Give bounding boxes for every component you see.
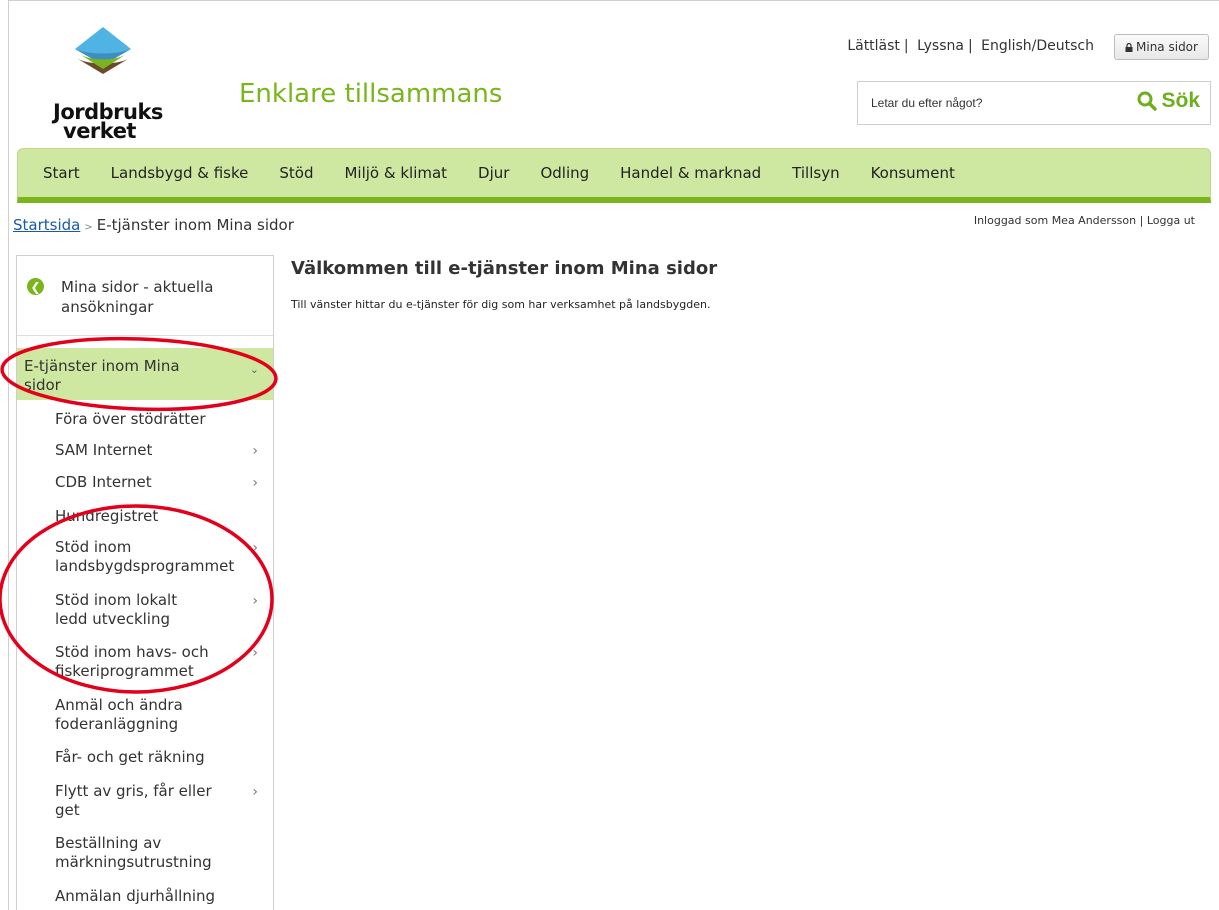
search-box[interactable]: Letar du efter något? Sök — [857, 81, 1211, 125]
chevron-right-icon: › — [252, 475, 258, 491]
sidebar-item-label: märkningsutrustning — [55, 853, 212, 871]
sidebar-back-line-1: Mina sidor - aktuella — [61, 278, 214, 296]
search-button-label: Sök — [1161, 89, 1200, 112]
mina-sidor-label: Mina sidor — [1136, 40, 1198, 54]
sidebar-item-label: Stöd inom havs- och — [55, 643, 209, 661]
search-icon — [1137, 91, 1158, 111]
sidebar-item-label: Stöd inom lokalt — [55, 591, 178, 609]
sidebar-item-label: Stöd inom — [55, 538, 132, 556]
nav-item-odling[interactable]: Odling — [540, 164, 589, 182]
intro-text: Till vänster hittar du e-tjänster för di… — [291, 298, 711, 311]
top-links: Lättläst | Lyssna | English/Deutsch — [847, 38, 1094, 54]
chevron-right-icon: › — [252, 784, 258, 800]
sidebar-item-foderanlaggning[interactable]: Anmäl och ändra foderanläggning — [17, 696, 273, 734]
page-title: Välkommen till e-tjänster inom Mina sido… — [291, 258, 718, 279]
breadcrumb: Startsida > E-tjänster inom Mina sidor — [13, 216, 294, 234]
sidebar: ❮ Mina sidor - aktuella ansökningar E-tj… — [16, 255, 274, 910]
nav-item-start[interactable]: Start — [43, 164, 80, 182]
logo-line-2: verket — [63, 119, 136, 143]
tagline: Enklare tillsammans — [239, 79, 503, 109]
chevron-right-icon: › — [252, 593, 258, 609]
sidebar-item-label: Föra över stödrätter — [55, 410, 206, 428]
sidebar-item-label: Hundregistret — [55, 507, 159, 525]
sidebar-item-label: get — [55, 801, 80, 819]
sidebar-item-label: SAM Internet — [55, 441, 153, 459]
sidebar-active-line-2: sidor — [24, 376, 61, 394]
toplink-separator: | — [967, 38, 973, 54]
search-input[interactable]: Letar du efter något? — [871, 96, 982, 110]
nav-item-handel[interactable]: Handel & marknad — [620, 164, 761, 182]
sidebar-item-flytt-gris[interactable]: Flytt av gris, får eller get › — [17, 782, 273, 820]
sidebar-item-label: fiskeriprogrammet — [55, 662, 194, 680]
sidebar-item-label: Får- och get räkning — [55, 748, 205, 766]
sidebar-item-havs-fiskeri[interactable]: Stöd inom havs- och fiskeriprogrammet › — [17, 643, 273, 681]
breadcrumb-home-link[interactable]: Startsida — [13, 216, 80, 234]
sidebar-item-label: CDB Internet — [55, 473, 152, 491]
sidebar-item-label: Anmäl och ändra — [55, 696, 183, 714]
sidebar-active-line-1: E-tjänster inom Mina — [24, 357, 180, 375]
chevron-right-icon: › — [252, 443, 258, 459]
sidebar-item-label: Beställning av — [55, 834, 162, 852]
sidebar-item-e-tjanster[interactable]: E-tjänster inom Mina sidor ⌄ — [17, 348, 273, 400]
breadcrumb-separator: > — [84, 222, 93, 233]
sidebar-item-markningsutrustning[interactable]: Beställning av märkningsutrustning — [17, 834, 273, 872]
sidebar-back-line-2: ansökningar — [61, 298, 154, 316]
toplink-lattlast[interactable]: Lättläst — [847, 38, 900, 54]
nav-item-konsument[interactable]: Konsument — [871, 164, 955, 182]
login-status: Inloggad som Mea Andersson | Logga ut — [974, 214, 1195, 227]
login-separator: | — [1139, 214, 1144, 227]
logged-in-as: Inloggad som Mea Andersson — [973, 214, 1137, 227]
sidebar-item-hundregistret[interactable]: Hundregistret — [17, 507, 273, 526]
sidebar-item-label: foderanläggning — [55, 715, 179, 733]
sidebar-item-landsbygdsprogrammet[interactable]: Stöd inom landsbygdsprogrammet › — [17, 538, 273, 576]
toplink-english-deutsch[interactable]: English/Deutsch — [981, 38, 1094, 54]
search-button[interactable]: Sök — [1137, 89, 1200, 113]
sidebar-item-far-get-rakning[interactable]: Får- och get räkning — [17, 748, 273, 767]
sidebar-item-label: Anmälan djurhållning — [55, 887, 216, 905]
chevron-down-icon: ⌄ — [249, 363, 259, 376]
nav-item-djur[interactable]: Djur — [478, 164, 509, 182]
nav-item-stod[interactable]: Stöd — [279, 164, 313, 182]
logo-mark-icon — [75, 27, 131, 74]
jordbruksverket-logo[interactable]: Jordbruks verket — [33, 25, 183, 142]
sidebar-item-label: landsbygdsprogrammet — [55, 557, 235, 575]
breadcrumb-current: E-tjänster inom Mina sidor — [96, 216, 294, 234]
back-arrow-icon: ❮ — [27, 278, 44, 295]
mina-sidor-button[interactable]: Mina sidor — [1114, 34, 1209, 60]
sidebar-item-fora-over[interactable]: Föra över stödrätter — [17, 410, 206, 429]
nav-item-tillsyn[interactable]: Tillsyn — [792, 164, 839, 182]
page: Jordbruks verket Enklare tillsammans Lät… — [8, 0, 1219, 910]
main-nav: Start Landsbygd & fiske Stöd Miljö & kli… — [17, 148, 1211, 203]
logout-link[interactable]: Logga ut — [1147, 214, 1195, 227]
sidebar-item-anmalan-djurhallning[interactable]: Anmälan djurhållning — [17, 887, 273, 906]
toplink-lyssna[interactable]: Lyssna — [917, 38, 964, 54]
chevron-right-icon: › — [252, 645, 258, 661]
toplink-separator: | — [903, 38, 909, 54]
nav-item-landsbygd[interactable]: Landsbygd & fiske — [111, 164, 249, 182]
lock-icon — [1125, 42, 1133, 52]
sidebar-item-cdb-internet[interactable]: CDB Internet › — [17, 473, 273, 492]
sidebar-item-sam-internet[interactable]: SAM Internet › — [17, 441, 273, 460]
sidebar-back-link[interactable]: ❮ Mina sidor - aktuella ansökningar — [17, 256, 273, 336]
sidebar-item-lokalt-ledd[interactable]: Stöd inom lokalt ledd utveckling › — [17, 591, 273, 629]
sidebar-item-label: Flytt av gris, får eller — [55, 782, 212, 800]
chevron-right-icon: › — [252, 540, 258, 556]
logo-wordmark: Jordbruks verket — [53, 102, 163, 143]
sidebar-item-label: ledd utveckling — [55, 610, 170, 628]
nav-item-miljo[interactable]: Miljö & klimat — [344, 164, 447, 182]
